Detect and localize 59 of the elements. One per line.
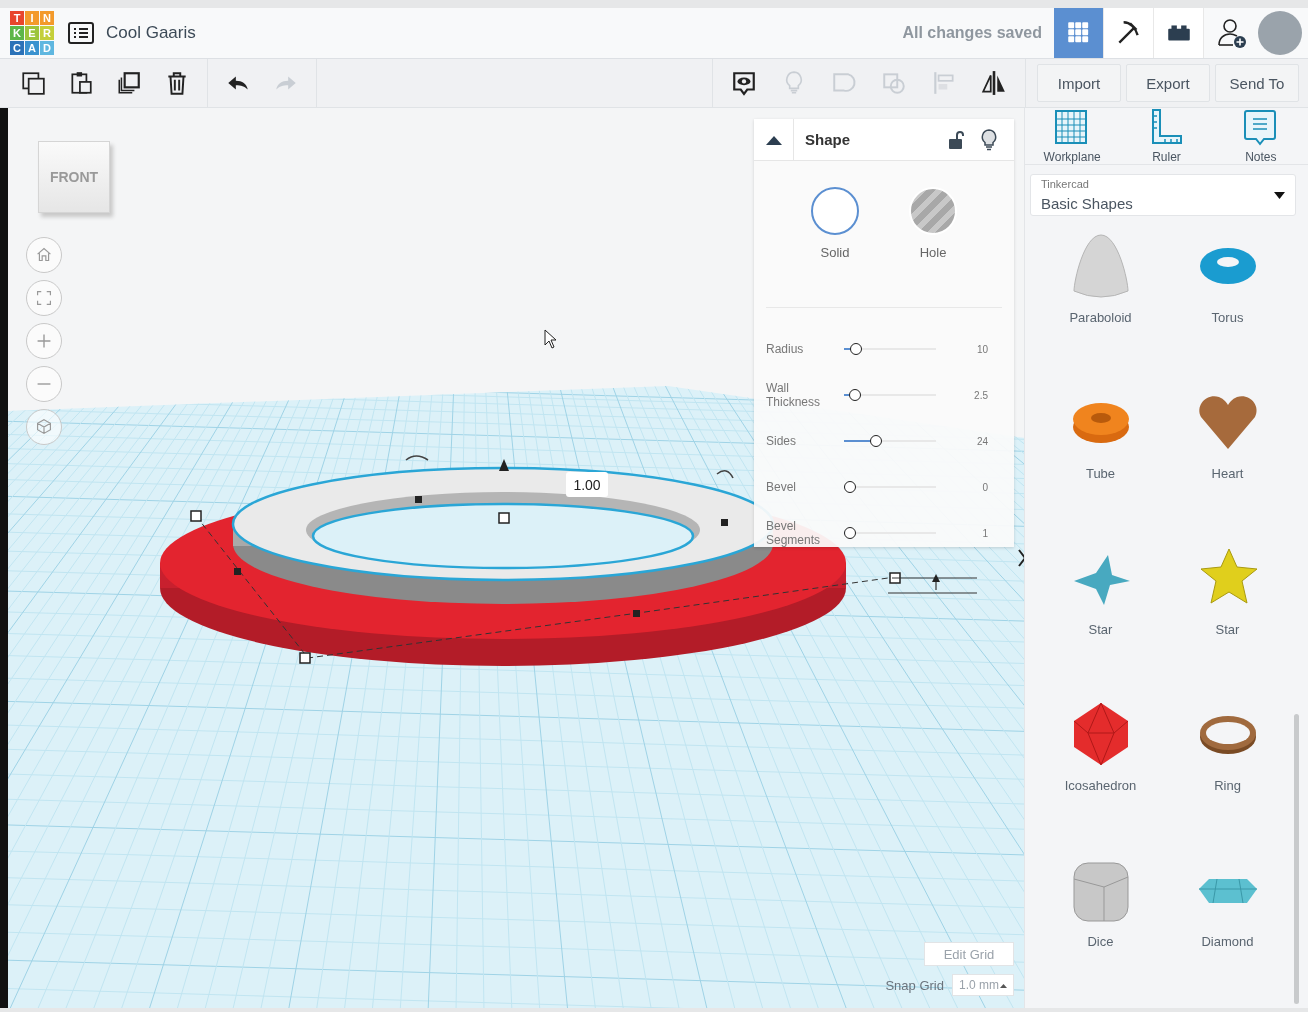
solid-option[interactable]: [811, 187, 859, 235]
parameter-label: Bevel Segments: [766, 519, 822, 547]
slider-thumb[interactable]: [850, 343, 863, 355]
toolbar-button[interactable]: Send To: [1215, 64, 1299, 102]
tinkercad-logo[interactable]: T I N K E R C A D: [10, 11, 54, 55]
snap-grid-label: Snap Grid: [885, 977, 944, 993]
design-title[interactable]: Cool Gaaris: [106, 23, 196, 43]
ruler-button[interactable]: Ruler: [1119, 108, 1214, 164]
parameter-label: Bevel: [766, 480, 798, 494]
cursor-icon: [544, 329, 558, 349]
caret-icon[interactable]: [1000, 982, 1007, 988]
slider-thumb[interactable]: [870, 435, 883, 447]
shape-label: Star: [1088, 622, 1113, 637]
pickaxe-icon[interactable]: [1104, 8, 1154, 58]
shape-label: Dice: [1087, 934, 1114, 949]
parameter-label: Sides: [766, 434, 798, 448]
lightbulb-icon[interactable]: [980, 128, 998, 151]
perspective-cube-icon[interactable]: [26, 409, 62, 445]
brick-icon[interactable]: [1154, 8, 1204, 58]
parameter-label: Wall Thickness: [766, 381, 822, 409]
workplane-button[interactable]: Workplane: [1025, 108, 1120, 164]
parameter-value: 24: [976, 435, 988, 447]
shape-label: Torus: [1211, 310, 1244, 325]
parameter-value: 2.5: [974, 389, 988, 401]
slider-thumb[interactable]: [844, 481, 856, 493]
shape-label: Heart: [1211, 466, 1244, 481]
mode-label: Solid: [820, 245, 850, 260]
slider-thumb[interactable]: [844, 527, 856, 539]
fit-view-icon[interactable]: [26, 280, 62, 316]
parameter-value: 1: [982, 527, 988, 539]
shape-library-dropdown[interactable]: Tinkercad Basic Shapes: [1030, 174, 1296, 216]
shape-label: Tube: [1085, 466, 1116, 481]
scrollbar[interactable]: [1294, 714, 1299, 1004]
parameter-value: 0: [982, 481, 988, 493]
shape-label: Icosahedron: [1064, 778, 1137, 793]
add-user-icon[interactable]: [1216, 17, 1248, 49]
avatar[interactable]: [1258, 11, 1302, 55]
dropdown-caret-icon[interactable]: [1274, 191, 1285, 199]
slider-thumb[interactable]: [848, 389, 861, 401]
panel-title: Shape: [805, 131, 850, 148]
shape-label: Diamond: [1201, 934, 1254, 949]
menu-icon[interactable]: [68, 22, 94, 44]
chevron-icon[interactable]: [1018, 548, 1024, 568]
library-value: Basic Shapes: [1041, 195, 1134, 212]
mode-label: Hole: [919, 245, 947, 260]
parameter-label: Radius: [766, 342, 805, 356]
shape-label: Paraboloid: [1069, 310, 1132, 325]
shape-label: Ring: [1214, 778, 1241, 793]
toolbar-button[interactable]: Export: [1126, 64, 1210, 102]
unlock-icon[interactable]: [948, 130, 964, 149]
home-icon[interactable]: [26, 237, 62, 273]
notes-button[interactable]: Notes: [1213, 108, 1308, 164]
shape-label: Star: [1215, 622, 1240, 637]
hole-option[interactable]: [909, 187, 957, 235]
parameter-value: 10: [976, 343, 988, 355]
dimension-label[interactable]: 1.00: [566, 472, 608, 497]
toolbar-button[interactable]: Import: [1037, 64, 1121, 102]
library-caption: Tinkercad: [1041, 178, 1090, 190]
save-status: All changes saved: [902, 24, 1042, 42]
